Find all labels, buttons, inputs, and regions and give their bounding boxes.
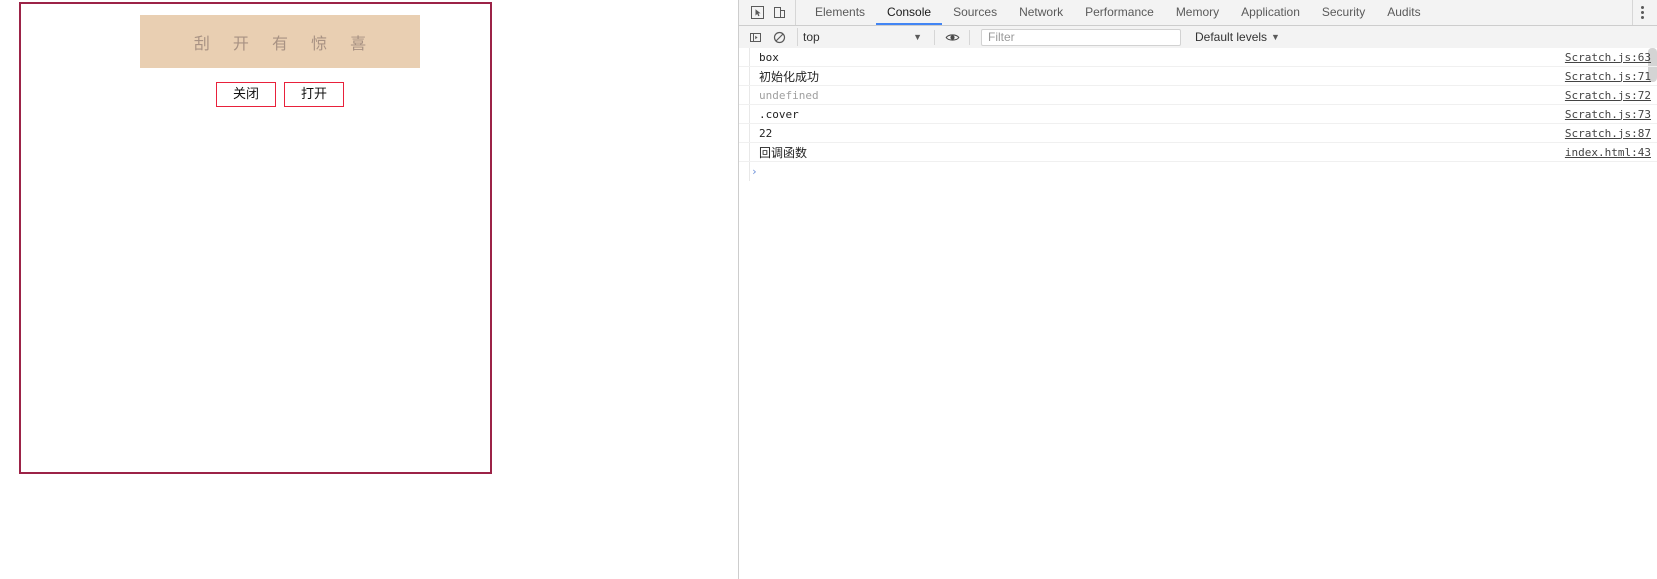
console-prompt-input[interactable] xyxy=(757,162,1657,181)
console-message-text: 初始化成功 xyxy=(759,69,820,84)
console-row[interactable]: .cover Scratch.js:73 xyxy=(739,105,1657,124)
console-row-gutter xyxy=(739,86,750,104)
open-button[interactable]: 打开 xyxy=(284,82,345,107)
tab-audits[interactable]: Audits xyxy=(1376,0,1431,25)
console-source-link[interactable]: Scratch.js:63 xyxy=(1565,51,1657,64)
console-source-link[interactable]: index.html:43 xyxy=(1565,146,1657,159)
console-toolbar: top ▼ Default levels ▼ xyxy=(739,26,1657,49)
console-row[interactable]: box Scratch.js:63 xyxy=(739,48,1657,67)
console-levels-label: Default levels xyxy=(1195,30,1268,44)
inspect-element-icon[interactable] xyxy=(747,3,767,22)
devtools-tabbar: Elements Console Sources Network Perform… xyxy=(739,0,1657,26)
chevron-down-icon-levels: ▼ xyxy=(1271,32,1280,42)
scratch-cover-label: 刮 开 有 惊 喜 xyxy=(193,33,376,53)
console-message-text: 22 xyxy=(759,126,773,140)
console-source-link[interactable]: Scratch.js:87 xyxy=(1565,127,1657,140)
console-row-gutter xyxy=(739,124,750,142)
devtools-panel: Elements Console Sources Network Perform… xyxy=(738,0,1657,579)
toolbar-divider xyxy=(934,29,935,45)
scratch-card-button-group: 关闭 打开 xyxy=(140,82,420,107)
tab-elements[interactable]: Elements xyxy=(804,0,876,25)
console-source-link[interactable]: Scratch.js:72 xyxy=(1565,89,1657,102)
console-message-text: 回调函数 xyxy=(759,145,808,160)
console-source-link[interactable]: Scratch.js:71 xyxy=(1565,70,1657,83)
console-row-gutter xyxy=(739,67,750,85)
screenshot-root: 刮 开 有 惊 喜 关闭 打开 Elements Console Sources… xyxy=(0,0,1657,579)
devtools-inspect-tools xyxy=(739,0,796,25)
scratch-card-container: 刮 开 有 惊 喜 关闭 打开 xyxy=(19,2,492,474)
console-context-value: top xyxy=(803,30,820,44)
console-row-gutter xyxy=(739,48,750,66)
console-levels-select[interactable]: Default levels ▼ xyxy=(1195,30,1280,44)
console-message-list[interactable]: box Scratch.js:63 初始化成功 Scratch.js:71 un… xyxy=(739,48,1657,579)
scratch-card-cover[interactable]: 刮 开 有 惊 喜 xyxy=(140,15,420,68)
prompt-chevron-icon: › xyxy=(751,165,758,178)
console-context-select[interactable]: top ▼ xyxy=(797,28,927,46)
live-expression-eye-icon[interactable] xyxy=(942,28,962,47)
console-row-gutter xyxy=(739,105,750,123)
browser-page-viewport: 刮 开 有 惊 喜 关闭 打开 xyxy=(0,0,738,579)
close-button[interactable]: 关闭 xyxy=(215,82,276,107)
toolbar-divider-2 xyxy=(969,29,970,45)
console-prompt-gutter xyxy=(739,162,750,181)
console-row[interactable]: 初始化成功 Scratch.js:71 xyxy=(739,67,1657,86)
console-row[interactable]: undefined Scratch.js:72 xyxy=(739,86,1657,105)
tab-security[interactable]: Security xyxy=(1311,0,1376,25)
console-message-text: undefined xyxy=(759,88,819,102)
tab-sources[interactable]: Sources xyxy=(942,0,1008,25)
console-message-text: box xyxy=(759,50,779,64)
console-row[interactable]: 22 Scratch.js:87 xyxy=(739,124,1657,143)
tab-application[interactable]: Application xyxy=(1230,0,1311,25)
console-row-gutter xyxy=(739,143,750,161)
console-filter-input[interactable] xyxy=(981,28,1181,46)
console-message-text: .cover xyxy=(759,107,799,121)
chevron-down-icon: ▼ xyxy=(913,32,922,42)
devtools-tabbar-right xyxy=(1632,0,1657,25)
more-options-icon[interactable] xyxy=(1633,3,1651,22)
tab-performance[interactable]: Performance xyxy=(1074,0,1165,25)
console-source-link[interactable]: Scratch.js:73 xyxy=(1565,108,1657,121)
console-sidebar-icon[interactable] xyxy=(745,28,765,47)
devtools-tab-list: Elements Console Sources Network Perform… xyxy=(796,0,1632,25)
device-toolbar-icon[interactable] xyxy=(769,3,789,22)
tab-console[interactable]: Console xyxy=(876,0,943,25)
tab-network[interactable]: Network xyxy=(1008,0,1074,25)
tab-memory[interactable]: Memory xyxy=(1165,0,1230,25)
console-row[interactable]: 回调函数 index.html:43 xyxy=(739,143,1657,162)
console-prompt-row[interactable]: › xyxy=(739,162,1657,181)
clear-console-icon[interactable] xyxy=(769,28,789,47)
